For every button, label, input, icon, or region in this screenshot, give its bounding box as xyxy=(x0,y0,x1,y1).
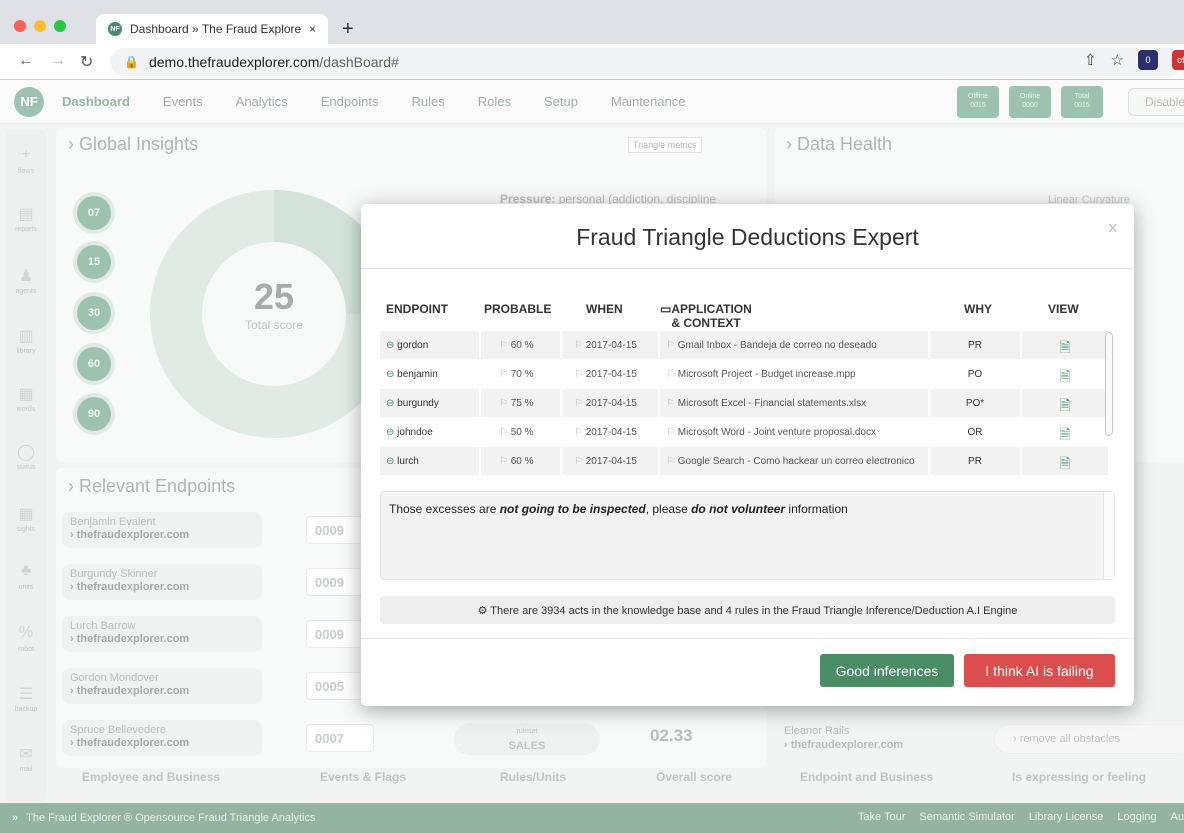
why-cell: PR xyxy=(930,331,1020,359)
endpoint-cell[interactable]: benjamin xyxy=(397,369,438,380)
header-probable: PROBABLE xyxy=(484,302,552,316)
user-icon: ⊖ xyxy=(386,456,395,467)
why-cell: PO* xyxy=(930,389,1020,417)
header-application: ▭ APPLICATION & CONTEXT xyxy=(660,302,752,330)
endpoint-cell[interactable]: lurch xyxy=(397,456,419,467)
favicon-icon: NF xyxy=(108,22,122,36)
view-document-icon[interactable]: 🗎 xyxy=(1022,360,1108,388)
close-window-icon[interactable] xyxy=(14,20,26,32)
maximize-window-icon[interactable] xyxy=(54,20,66,32)
application-cell: Microsoft Excel - Financial statements.x… xyxy=(677,398,867,409)
table-scrollbar[interactable] xyxy=(1105,332,1113,436)
endpoint-cell[interactable]: johndoe xyxy=(397,427,433,438)
endpoint-cell[interactable]: burgundy xyxy=(397,398,439,409)
flag-icon: ⚐ xyxy=(499,340,508,351)
deduction-message-box[interactable]: Those excesses are not going to be inspe… xyxy=(380,491,1115,580)
why-cell: OR xyxy=(930,418,1020,446)
message-scrollbar[interactable] xyxy=(1103,492,1114,579)
modal-footer-divider xyxy=(361,638,1134,639)
endpoint-cell[interactable]: gordon xyxy=(397,340,428,351)
modal-close-icon[interactable]: × xyxy=(1107,218,1118,239)
bookmark-star-icon[interactable]: ☆ xyxy=(1111,51,1124,69)
deductions-table: ⊖ gordon ⚐ 60 % ⚐ 2017-04-15 ⚐ Gmail Inb… xyxy=(380,331,1108,478)
table-header: ENDPOINT PROBABLE WHEN ▭ APPLICATION & C… xyxy=(380,302,1096,330)
back-icon[interactable]: ← xyxy=(18,52,34,70)
user-icon: ⊖ xyxy=(386,398,395,409)
header-endpoint: ENDPOINT xyxy=(386,302,449,316)
tab-bar: NF Dashboard » The Fraud Explore × + xyxy=(0,8,1184,44)
user-icon: ⊖ xyxy=(386,369,395,380)
doc-icon: ⚐ xyxy=(666,340,675,351)
table-row: ⊖ benjamin ⚐ 70 % ⚐ 2017-04-15 ⚐ Microso… xyxy=(380,360,1108,389)
view-document-icon[interactable]: 🗎 xyxy=(1022,447,1108,475)
address-bar-row: ← → ↻ 🔒 demo.thefraudexplorer.com /dashB… xyxy=(0,44,1184,80)
new-tab-button[interactable]: + xyxy=(342,18,354,41)
browser-actions: ⇧ ☆ 0 off xyxy=(1084,50,1184,70)
share-icon[interactable]: ⇧ xyxy=(1084,51,1097,69)
calendar-icon: ⚐ xyxy=(574,340,583,351)
minimize-window-icon[interactable] xyxy=(34,20,46,32)
header-why: WHY xyxy=(964,302,992,316)
ai-failing-button[interactable]: I think AI is failing xyxy=(964,654,1115,687)
url-host: demo.thefraudexplorer.com xyxy=(148,54,320,70)
browser-tab[interactable]: NF Dashboard » The Fraud Explore × xyxy=(96,14,328,44)
user-icon: ⊖ xyxy=(386,340,395,351)
knowledge-base-info: ⚙ There are 3934 acts in the knowledge b… xyxy=(380,596,1115,624)
table-row: ⊖ gordon ⚐ 60 % ⚐ 2017-04-15 ⚐ Gmail Inb… xyxy=(380,331,1108,360)
extension-icon[interactable]: 0 xyxy=(1138,50,1158,70)
view-document-icon[interactable]: 🗎 xyxy=(1022,418,1108,446)
url-bar[interactable]: 🔒 demo.thefraudexplorer.com /dashBoard# xyxy=(110,48,1184,76)
why-cell: PR xyxy=(930,447,1020,475)
view-document-icon[interactable]: 🗎 xyxy=(1022,331,1108,359)
table-row: ⊖ johndoe ⚐ 50 % ⚐ 2017-04-15 ⚐ Microsof… xyxy=(380,418,1108,447)
gears-icon: ⚙ xyxy=(477,605,488,617)
lock-icon: 🔒 xyxy=(124,55,139,69)
table-row: ⊖ burgundy ⚐ 75 % ⚐ 2017-04-15 ⚐ Microso… xyxy=(380,389,1108,418)
modal-divider xyxy=(361,268,1134,269)
user-icon: ⊖ xyxy=(386,427,395,438)
application-cell: Google Search - Como hackear un correo e… xyxy=(677,456,915,467)
header-when: WHEN xyxy=(586,302,623,316)
good-inferences-button[interactable]: Good inferences xyxy=(820,654,954,687)
browser-chrome: NF Dashboard » The Fraud Explore × + ← →… xyxy=(0,0,1184,80)
why-cell: PO xyxy=(930,360,1020,388)
extension-off-icon[interactable]: off xyxy=(1172,50,1184,70)
reload-icon[interactable]: ↻ xyxy=(80,52,93,72)
header-view: VIEW xyxy=(1048,302,1079,316)
application-cell: Gmail Inbox - Bandeja de correo no desea… xyxy=(677,340,877,351)
url-path: /dashBoard# xyxy=(319,54,399,70)
application-cell: Microsoft Project - Budget increase.mpp xyxy=(677,369,856,380)
tab-close-icon[interactable]: × xyxy=(309,22,316,36)
table-row: ⊖ lurch ⚐ 60 % ⚐ 2017-04-15 ⚐ Google Sea… xyxy=(380,447,1108,476)
forward-icon[interactable]: → xyxy=(50,52,66,70)
application-cell: Microsoft Word - Joint venture proposal.… xyxy=(677,427,876,438)
tab-title: Dashboard » The Fraud Explore xyxy=(130,22,302,36)
modal-title: Fraud Triangle Deductions Expert xyxy=(576,224,919,250)
view-document-icon[interactable]: 🗎 xyxy=(1022,389,1108,417)
fraud-deductions-modal: Fraud Triangle Deductions Expert × ENDPO… xyxy=(361,204,1134,706)
